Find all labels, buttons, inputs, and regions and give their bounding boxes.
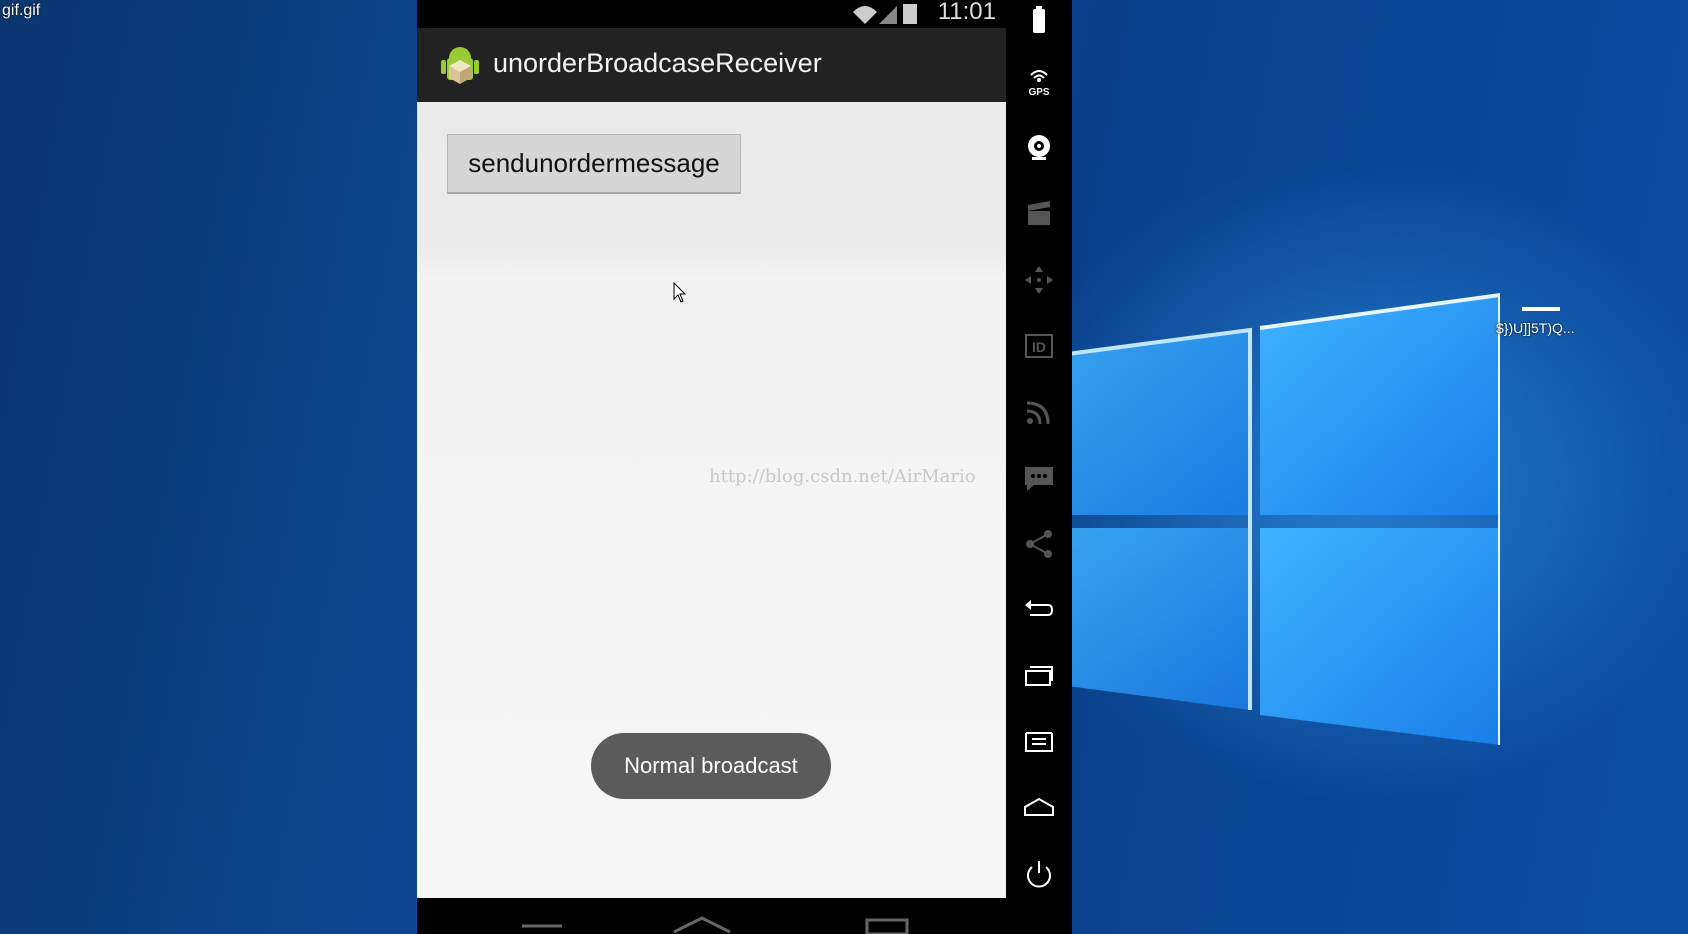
emulator-side-panel: GPS ID <box>1006 0 1072 934</box>
media-icon[interactable] <box>1019 194 1059 234</box>
nav-home-icon[interactable] <box>672 916 732 934</box>
share-icon[interactable] <box>1019 524 1059 564</box>
battery-status-icon <box>903 4 917 24</box>
signal-icon <box>879 6 897 24</box>
status-time: 11:01 <box>937 0 996 25</box>
android-emulator: 11:01 unorderBroadcaseReceiver sendunord… <box>417 0 1072 934</box>
nav-back-icon[interactable] <box>512 916 572 934</box>
windows-logo <box>1060 292 1500 745</box>
watermark-text: http://blog.csdn.net/AirMario <box>709 466 976 487</box>
battery-icon[interactable] <box>1019 0 1059 40</box>
desktop-icon[interactable] <box>1522 307 1560 311</box>
status-icons <box>853 4 917 24</box>
back-icon[interactable] <box>1019 590 1059 630</box>
window-title: gif.gif <box>2 2 41 19</box>
rss-icon[interactable] <box>1019 392 1059 432</box>
app-title: unorderBroadcaseReceiver <box>493 48 822 78</box>
mouse-cursor-icon <box>673 282 687 303</box>
id-label: ID <box>1032 339 1046 355</box>
recents-icon[interactable] <box>1019 656 1059 696</box>
menu-icon[interactable] <box>1019 722 1059 762</box>
id-icon[interactable]: ID <box>1019 326 1059 366</box>
nav-recents-icon[interactable] <box>857 916 917 934</box>
toast-message: Normal broadcast <box>591 733 831 799</box>
camera-icon[interactable] <box>1019 128 1059 168</box>
dpad-icon[interactable] <box>1019 260 1059 300</box>
gps-label: GPS <box>1028 87 1049 98</box>
gps-icon[interactable]: GPS <box>1019 62 1059 102</box>
wifi-icon <box>853 6 877 24</box>
power-icon[interactable] <box>1019 854 1059 894</box>
sms-icon[interactable] <box>1019 458 1059 498</box>
home-icon[interactable] <box>1019 788 1059 828</box>
android-app-icon <box>441 47 479 84</box>
desktop-icon-label[interactable]: $})U]]5T)Q... <box>1496 320 1575 336</box>
status-bar: 11:01 <box>417 0 1006 28</box>
navigation-bar <box>417 898 1006 934</box>
action-bar: unorderBroadcaseReceiver <box>417 28 1006 104</box>
send-unorder-message-button[interactable]: sendunordermessage <box>447 134 741 194</box>
app-content: sendunordermessage http://blog.csdn.net/… <box>417 102 1006 898</box>
